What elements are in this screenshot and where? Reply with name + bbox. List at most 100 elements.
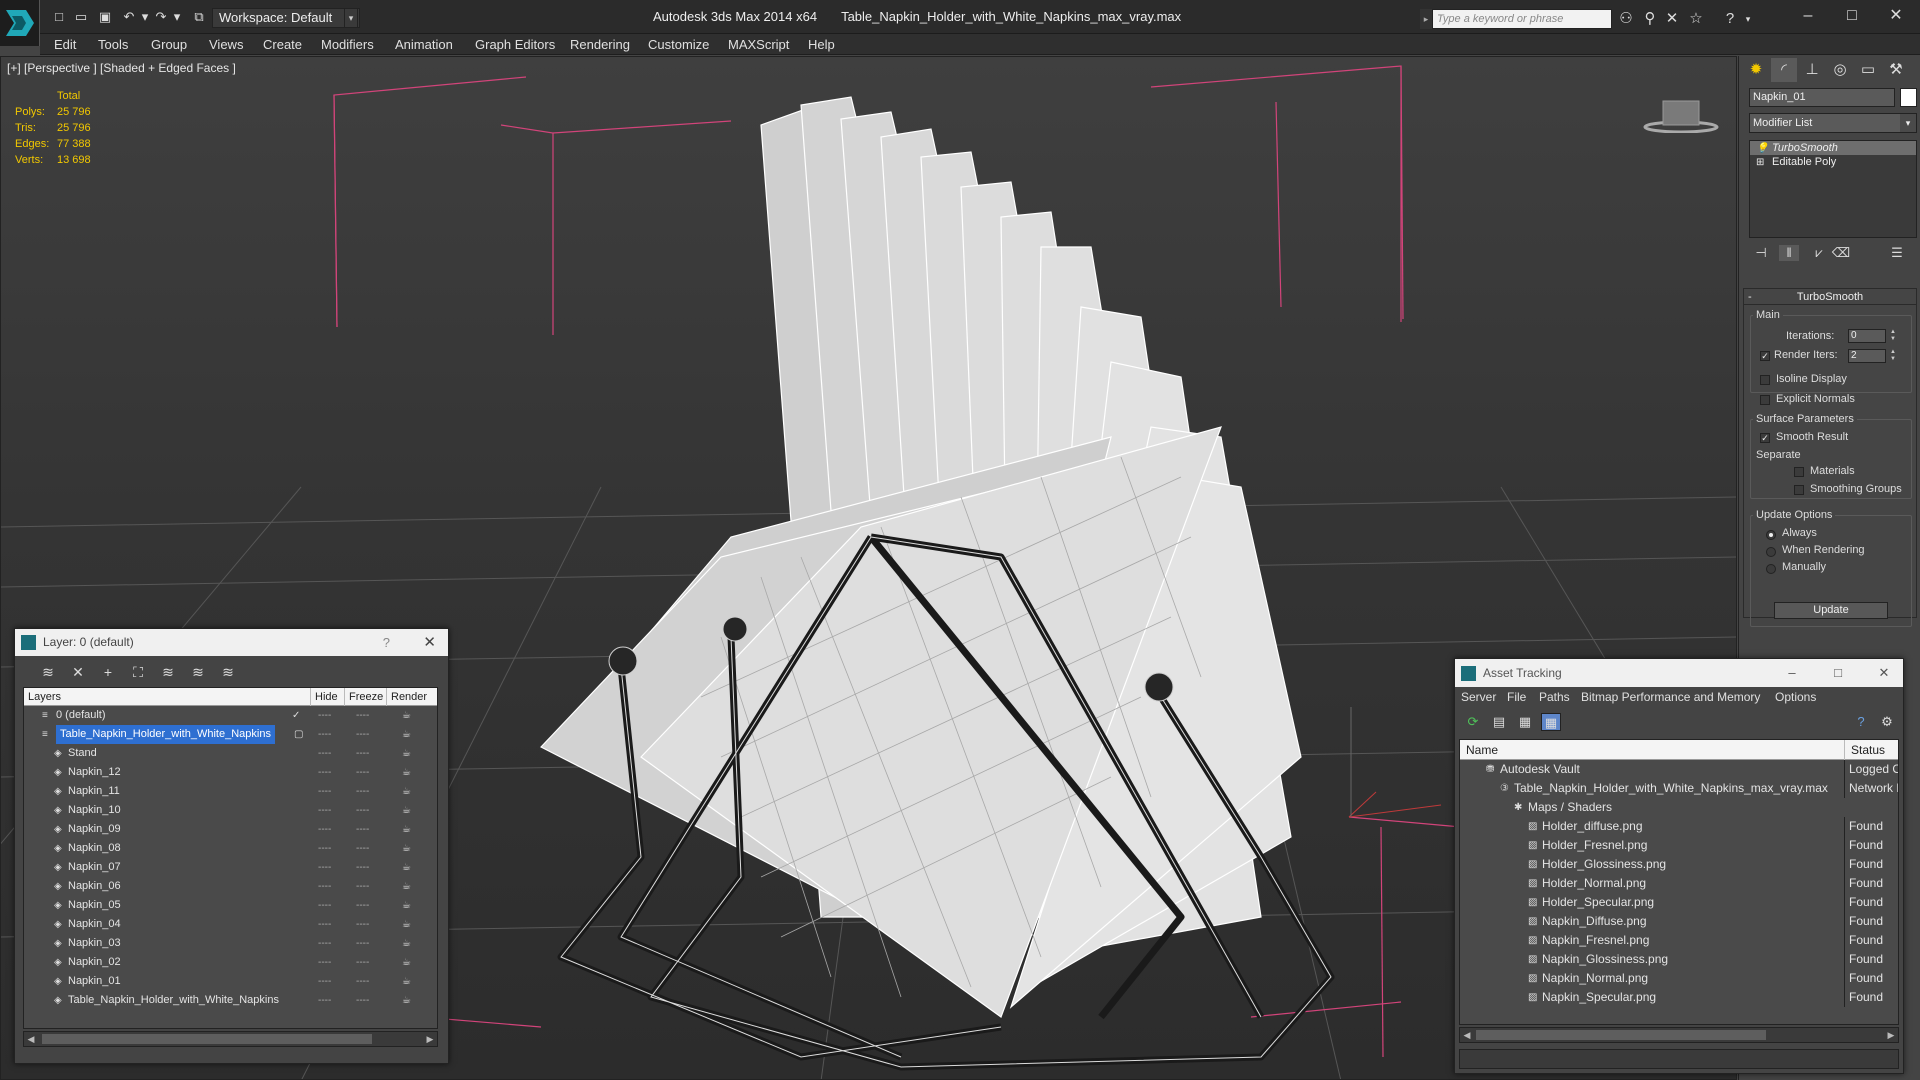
render-teapot-icon[interactable]: ☕ [402, 839, 411, 858]
layer-row[interactable]: ◈ Napkin_08 ---- ---- ☕ [24, 839, 437, 858]
update-button[interactable]: Update [1774, 602, 1888, 619]
asset-row[interactable]: ▨ Napkin_Specular.png Found [1460, 988, 1898, 1007]
render-teapot-icon[interactable]: ☕ [402, 706, 411, 725]
asset-row[interactable]: ③ Table_Napkin_Holder_with_White_Napkins_… [1460, 779, 1898, 798]
smooth-result-checkbox[interactable]: ✓ [1760, 433, 1770, 443]
search-input[interactable]: Type a keyword or phrase [1432, 9, 1612, 29]
close-icon[interactable]: ✕ [1869, 659, 1899, 687]
layer-row[interactable]: ◈ Napkin_06 ---- ---- ☕ [24, 877, 437, 896]
render-teapot-icon[interactable]: ☕ [402, 991, 411, 1010]
maximize-button[interactable]: □ [1832, 4, 1872, 28]
render-teapot-icon[interactable]: ☕ [402, 744, 411, 763]
help-icon[interactable]: ? [1720, 9, 1740, 29]
smoothing-groups-checkbox[interactable] [1794, 485, 1804, 495]
thumbnail-view-icon[interactable]: ▦ [1515, 713, 1535, 731]
menu-create[interactable]: Create [263, 37, 302, 52]
freeze-toggle[interactable]: ---- [356, 953, 369, 972]
save-icon[interactable]: ▣ [96, 9, 114, 25]
spinner-arrows-icon[interactable]: ▲ ▼ [1888, 349, 1898, 363]
hide-toggle[interactable]: ---- [318, 744, 331, 763]
asset-row[interactable]: ⛃ Autodesk Vault Logged Out [1460, 760, 1898, 779]
hide-toggle[interactable]: ---- [318, 763, 331, 782]
asset-path-field[interactable] [1459, 1049, 1899, 1069]
render-teapot-icon[interactable]: ☕ [402, 858, 411, 877]
configure-modifier-sets-icon[interactable]: ☰ [1887, 245, 1907, 261]
list-view-icon[interactable]: ▤ [1489, 713, 1509, 731]
explicit-normals-checkbox[interactable] [1760, 395, 1770, 405]
lightbulb-icon[interactable]: 💡 [1756, 142, 1768, 156]
column-freeze[interactable]: Freeze [344, 688, 383, 706]
menu-animation[interactable]: Animation [395, 37, 453, 52]
layer-row[interactable]: ◈ Napkin_02 ---- ---- ☕ [24, 953, 437, 972]
help-icon[interactable]: ? [1851, 713, 1871, 731]
stack-item-turbosmooth[interactable]: 💡 TurboSmooth [1750, 141, 1916, 155]
materials-checkbox[interactable] [1794, 467, 1804, 477]
workspace-options-button[interactable]: ▾ [344, 8, 358, 28]
favorites-star-icon[interactable]: ☆ [1686, 9, 1706, 29]
menu-tools[interactable]: Tools [98, 37, 128, 52]
layer-row[interactable]: ◈ Napkin_10 ---- ---- ☕ [24, 801, 437, 820]
help-icon[interactable]: ? [383, 629, 390, 656]
asset-row[interactable]: ▨ Napkin_Diffuse.png Found [1460, 912, 1898, 931]
create-tab-icon[interactable]: ✹ [1743, 58, 1769, 82]
render-teapot-icon[interactable]: ☕ [402, 934, 411, 953]
hide-toggle[interactable]: ---- [318, 953, 331, 972]
freeze-toggle[interactable]: ---- [356, 839, 369, 858]
app-menu-button[interactable] [0, 0, 40, 46]
help-dropdown-icon[interactable]: ▾ [1738, 9, 1758, 29]
isoline-display-checkbox[interactable] [1760, 375, 1770, 385]
current-layer-box-icon[interactable]: ▢ [294, 725, 303, 744]
expand-plus-icon[interactable]: ⊞ [1756, 156, 1764, 170]
hide-all-layers-icon[interactable]: ≋ [189, 663, 207, 681]
render-teapot-icon[interactable]: ☕ [402, 896, 411, 915]
freeze-toggle[interactable]: ---- [356, 725, 369, 744]
layer-row[interactable]: ◈ Napkin_04 ---- ---- ☕ [24, 915, 437, 934]
asset-row[interactable]: ▨ Napkin_Normal.png Found [1460, 969, 1898, 988]
asset-menu-paths[interactable]: Paths [1539, 690, 1570, 704]
redo-dropdown-icon[interactable]: ▾ [168, 9, 186, 25]
asset-row[interactable]: ▨ Holder_diffuse.png Found [1460, 817, 1898, 836]
render-teapot-icon[interactable]: ☕ [402, 801, 411, 820]
active-layer-check-icon[interactable]: ✓ [292, 706, 300, 725]
layer-row[interactable]: ◈ Napkin_11 ---- ---- ☕ [24, 782, 437, 801]
asset-menu-options[interactable]: Options [1775, 690, 1816, 704]
column-status[interactable]: Status [1844, 740, 1885, 760]
hide-toggle[interactable]: ---- [318, 725, 331, 744]
asset-row[interactable]: ▨ Holder_Glossiness.png Found [1460, 855, 1898, 874]
scroll-thumb[interactable] [1476, 1030, 1766, 1040]
workspace-select[interactable]: Workspace: Default ▾ [212, 8, 360, 28]
render-teapot-icon[interactable]: ☕ [402, 953, 411, 972]
project-folder-icon[interactable]: ⧉ [190, 9, 208, 25]
asset-row[interactable]: ▨ Holder_Normal.png Found [1460, 874, 1898, 893]
asset-row[interactable]: ▨ Holder_Fresnel.png Found [1460, 836, 1898, 855]
refresh-icon[interactable]: ⟳ [1463, 713, 1483, 731]
layer-row[interactable]: ≡ 0 (default) ✓ ---- ---- ☕ [24, 706, 437, 725]
delete-layer-icon[interactable]: ✕ [69, 663, 87, 681]
add-to-layer-icon[interactable]: + [99, 663, 117, 681]
close-icon[interactable]: ✕ [423, 629, 436, 656]
layer-row[interactable]: ◈ Napkin_05 ---- ---- ☕ [24, 896, 437, 915]
column-layers[interactable]: Layers [24, 688, 61, 706]
hide-toggle[interactable]: ---- [318, 858, 331, 877]
layer-row[interactable]: ◈ Napkin_03 ---- ---- ☕ [24, 934, 437, 953]
hierarchy-tab-icon[interactable]: ⊥ [1799, 58, 1825, 82]
layer-row[interactable]: ◈ Stand ---- ---- ☕ [24, 744, 437, 763]
asset-menu-file[interactable]: File [1507, 690, 1526, 704]
menu-views[interactable]: Views [209, 37, 243, 52]
communication-icon[interactable]: ✕ [1662, 9, 1682, 29]
hide-toggle[interactable]: ---- [318, 820, 331, 839]
freeze-toggle[interactable]: ---- [356, 896, 369, 915]
menu-group[interactable]: Group [151, 37, 187, 52]
new-file-icon[interactable]: □ [50, 9, 68, 25]
scroll-right-icon[interactable]: ▶ [423, 1032, 437, 1046]
freeze-toggle[interactable]: ---- [356, 991, 369, 1010]
freeze-toggle[interactable]: ---- [356, 763, 369, 782]
object-name-field[interactable]: Napkin_01 [1749, 88, 1895, 107]
layer-horizontal-scrollbar[interactable]: ◀ ▶ [23, 1031, 438, 1047]
hide-toggle[interactable]: ---- [318, 877, 331, 896]
remove-modifier-icon[interactable]: ⌫ [1831, 245, 1851, 261]
asset-menu-bitmap-performance[interactable]: Bitmap Performance and Memory [1581, 690, 1760, 704]
menu-rendering[interactable]: Rendering [570, 37, 630, 52]
hide-toggle[interactable]: ---- [318, 706, 331, 725]
asset-row[interactable]: ▨ Holder_Specular.png Found [1460, 893, 1898, 912]
